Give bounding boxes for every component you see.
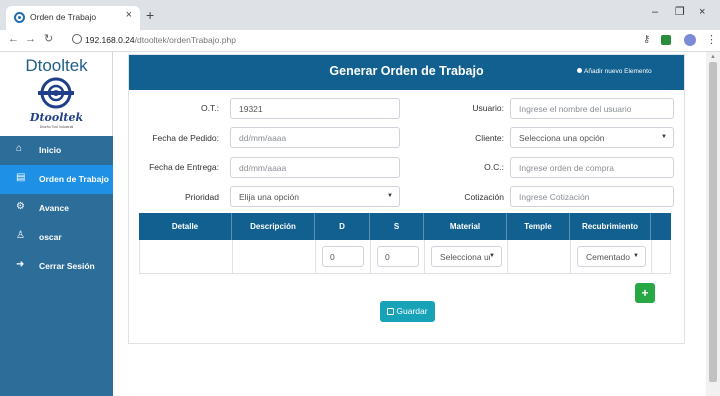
column-d: D	[315, 213, 370, 240]
column-s: S	[370, 213, 424, 240]
s-input[interactable]	[377, 246, 419, 267]
scroll-up-icon[interactable]: ▲	[710, 54, 716, 60]
scroll-thumb[interactable]	[709, 62, 717, 382]
save-icon	[387, 308, 395, 315]
browser-tabstrip: Orden de Trabajo × + – ❐ ×	[0, 0, 720, 30]
brand-title: Dtooltek	[25, 56, 88, 75]
sidebar-item-label: Inicio	[39, 145, 62, 155]
fecha-entrega-field[interactable]	[230, 157, 400, 178]
sidebar-item-orden-de-trabajo[interactable]: ▤ Orden de Trabajo	[0, 165, 113, 194]
ot-field[interactable]	[230, 98, 400, 119]
add-element-link[interactable]: Añadir nuevo Elemento	[577, 68, 652, 75]
reload-icon[interactable]: ↻	[44, 34, 53, 45]
prioridad-selected: Elija una opción	[239, 192, 300, 202]
cell-s	[371, 240, 425, 273]
chevron-down-icon: ▼	[633, 253, 639, 259]
gears-icon: ⚙	[16, 201, 25, 212]
address-bar[interactable]: 192.168.0.24/dtooltek/ordenTrabajo.php	[85, 35, 236, 45]
home-icon: ⌂	[16, 143, 23, 154]
app: Dtooltek Dtooltek Diseño Tool Industrial…	[0, 52, 720, 396]
fecha-entrega-label: Fecha de Entrega:	[149, 162, 219, 172]
material-select[interactable]: Selecciona una opción ▼	[431, 246, 502, 267]
d-input[interactable]	[322, 246, 364, 267]
cell-detalle	[140, 240, 233, 273]
scrollbar[interactable]: ▲	[706, 52, 720, 396]
tab-title: Orden de Trabajo	[30, 12, 97, 22]
sign-out-icon: ➜	[16, 259, 25, 270]
oc-label: O.C.:	[484, 162, 504, 172]
cotizacion-label: Cotización	[464, 192, 504, 202]
column-descripcion: Descripción	[232, 213, 315, 240]
user-icon: ♙	[16, 230, 25, 241]
ot-label: O.T.:	[201, 103, 219, 113]
logo-icon	[38, 77, 74, 109]
cliente-select[interactable]: Selecciona una opción ▼	[510, 127, 674, 148]
sidebar-item-avance[interactable]: ⚙ Avance	[0, 194, 113, 223]
add-row-button[interactable]: +	[635, 283, 655, 303]
cotizacion-field[interactable]	[510, 186, 674, 207]
sidebar-item-cerrar-sesion[interactable]: ➜ Cerrar Sesión	[0, 252, 113, 281]
chevron-down-icon: ▼	[387, 193, 393, 199]
recubrimiento-select[interactable]: Cementado ▼	[577, 246, 646, 267]
extension-icon[interactable]	[661, 35, 671, 45]
close-tab-icon[interactable]: ×	[126, 10, 132, 21]
save-label: Guardar	[396, 306, 428, 316]
radio-dot-icon	[577, 68, 582, 73]
menu-kebab-icon[interactable]: ⋮	[706, 33, 717, 46]
minimize-icon[interactable]: –	[652, 7, 658, 18]
fecha-pedido-field[interactable]	[230, 127, 400, 148]
table-header: Detalle Descripción D S Material Temple …	[139, 213, 671, 240]
prioridad-select[interactable]: Elija una opción ▼	[230, 186, 400, 207]
prioridad-label: Prioridad	[184, 192, 219, 202]
cell-d	[316, 240, 371, 273]
browser-tab[interactable]: Orden de Trabajo ×	[6, 6, 140, 30]
site-info-icon[interactable]	[72, 34, 82, 44]
new-tab-button[interactable]: +	[146, 8, 154, 22]
cell-material: Selecciona una opción ▼	[425, 240, 508, 273]
forward-arrow-icon[interactable]: →	[25, 34, 36, 45]
brand-logo-text: Dtooltek	[29, 111, 84, 124]
column-material: Material	[424, 213, 507, 240]
cell-descripcion	[233, 240, 316, 273]
browser-toolbar: ← → ↻ 192.168.0.24/dtooltek/ordenTrabajo…	[0, 30, 720, 52]
save-button[interactable]: Guardar	[380, 301, 435, 322]
fecha-pedido-label: Fecha de Pedido:	[152, 133, 219, 143]
chevron-down-icon: ▼	[661, 134, 667, 140]
table-row: Selecciona una opción ▼ Cementado ▼	[139, 240, 671, 274]
key-icon[interactable]: ⚷	[643, 34, 650, 45]
favicon-icon	[14, 12, 25, 23]
recubrimiento-selected: Cementado	[586, 252, 630, 262]
sidebar-item-label: Avance	[39, 203, 69, 213]
brand: Dtooltek Dtooltek Diseño Tool Industrial	[0, 52, 113, 136]
main-content: Generar Orden de Trabajo Añadir nuevo El…	[113, 52, 706, 396]
column-temple: Temple	[507, 213, 570, 240]
chevron-down-icon: ▼	[489, 253, 495, 259]
maximize-icon[interactable]: ❐	[675, 7, 685, 18]
oc-field[interactable]	[510, 157, 674, 178]
sidebar-item-label: Orden de Trabajo	[39, 174, 109, 184]
card-header: Generar Orden de Trabajo Añadir nuevo El…	[129, 55, 684, 90]
sidebar-item-user[interactable]: ♙ oscar	[0, 223, 113, 252]
close-window-icon[interactable]: ×	[699, 7, 705, 18]
brand-slogan: Diseño Tool Industrial	[39, 125, 74, 129]
cliente-label: Cliente:	[475, 133, 504, 143]
column-recubrimiento: Recubrimiento	[570, 213, 651, 240]
document-icon: ▤	[16, 172, 26, 183]
usuario-field[interactable]	[510, 98, 674, 119]
usuario-label: Usuario:	[472, 103, 504, 113]
back-arrow-icon[interactable]: ←	[8, 34, 19, 45]
sidebar-item-inicio[interactable]: ⌂ Inicio	[0, 136, 113, 165]
cell-temple	[508, 240, 571, 273]
sidebar: Dtooltek Dtooltek Diseño Tool Industrial…	[0, 52, 113, 396]
sidebar-item-label: Cerrar Sesión	[39, 261, 95, 271]
column-detalle: Detalle	[139, 213, 232, 240]
work-order-card: Generar Orden de Trabajo Añadir nuevo El…	[128, 54, 685, 344]
profile-avatar-icon[interactable]	[684, 34, 696, 46]
sidebar-item-label: oscar	[39, 232, 62, 242]
add-element-label: Añadir nuevo Elemento	[584, 68, 652, 75]
cell-recubrimiento: Cementado ▼	[571, 240, 652, 273]
cliente-selected: Selecciona una opción	[519, 133, 605, 143]
material-selected: Selecciona una opción	[440, 252, 490, 262]
